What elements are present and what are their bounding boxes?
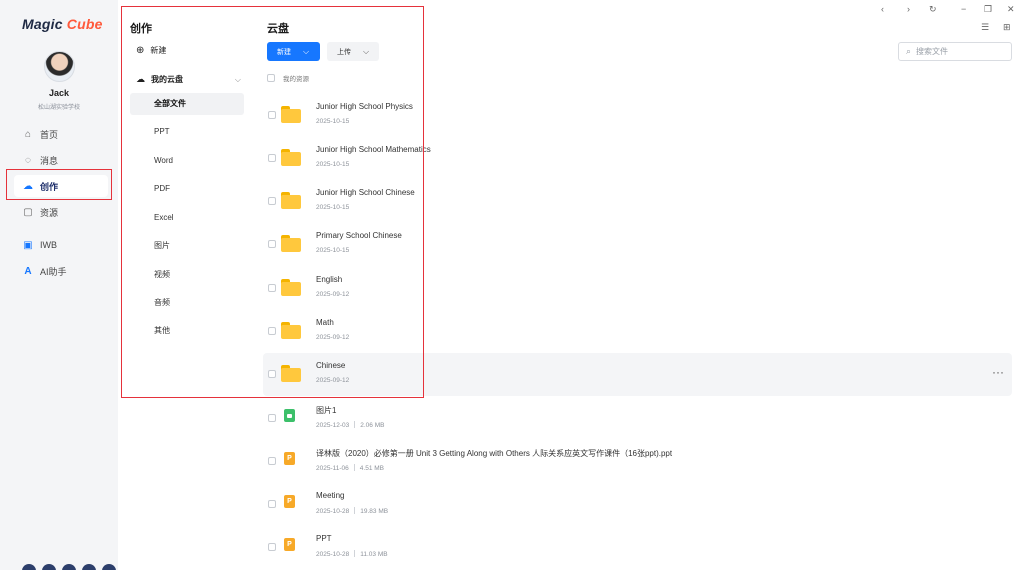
category-panel: 创作 ⊕ 新建 ☁ 我的云盘 ⌵ 全部文件 PPT Word PDF Excel…	[118, 0, 255, 400]
image-file-icon	[284, 409, 295, 422]
home-icon: ⌂	[24, 128, 32, 140]
folder-icon	[281, 192, 301, 209]
folder-icon	[281, 235, 301, 252]
app-shortcut-icon[interactable]	[22, 564, 36, 570]
row-checkbox[interactable]	[268, 154, 276, 162]
category-other[interactable]: 其他	[130, 320, 244, 342]
select-all-checkbox[interactable]	[267, 74, 275, 82]
file-row[interactable]: P PPT 2025-10-28 11.03 MB	[263, 526, 1012, 569]
category-title: 创作	[130, 23, 152, 35]
nav-item-messages[interactable]: ◌ 消息	[14, 149, 108, 171]
file-row[interactable]: Math 2025-09-12	[263, 310, 1012, 353]
row-checkbox[interactable]	[268, 284, 276, 292]
app-shortcut-icon[interactable]	[102, 564, 116, 570]
new-item-button[interactable]: ⊕ 新建	[136, 45, 166, 56]
row-checkbox[interactable]	[268, 414, 276, 422]
folder-icon	[281, 365, 301, 382]
file-row[interactable]: Primary School Chinese 2025-10-15	[263, 223, 1012, 266]
folder-icon	[281, 106, 301, 123]
row-checkbox[interactable]	[268, 500, 276, 508]
app-window: Magic Cube Jack 松山湖实验学校 ⌂ 首页 ◌ 消息 ☁ 创作 ▢…	[0, 0, 1024, 570]
app-logo: Magic Cube	[22, 16, 103, 32]
cloud-icon: ☁	[136, 74, 145, 84]
folder-icon	[281, 279, 301, 296]
row-checkbox[interactable]	[268, 457, 276, 465]
ppt-file-icon: P	[284, 452, 295, 465]
close-icon[interactable]: ✕	[1007, 4, 1015, 15]
new-button[interactable]: 新建 ⌵	[267, 42, 320, 61]
nav-item-home[interactable]: ⌂ 首页	[14, 123, 108, 145]
ppt-file-icon: P	[284, 538, 295, 551]
file-row[interactable]: Junior High School Chinese 2025-10-15	[263, 180, 1012, 223]
nav-item-resources[interactable]: ▢ 资源	[14, 201, 108, 223]
nav-item-ai-assistant[interactable]: A AI助手	[14, 260, 108, 282]
message-icon: ◌	[25, 154, 31, 166]
row-checkbox[interactable]	[268, 111, 276, 119]
grid-view-icon[interactable]: ⊞	[1003, 22, 1011, 33]
row-checkbox[interactable]	[268, 197, 276, 205]
left-rail: Magic Cube Jack 松山湖实验学校 ⌂ 首页 ◌ 消息 ☁ 创作 ▢…	[0, 0, 118, 570]
row-checkbox[interactable]	[268, 327, 276, 335]
app-shortcut-icon[interactable]	[42, 564, 56, 570]
more-horizontal-icon[interactable]: ···	[992, 365, 1004, 379]
page-title: 云盘	[267, 23, 289, 35]
app-shortcut-icon[interactable]	[62, 564, 76, 570]
chevron-down-icon: ⌵	[234, 74, 241, 84]
category-images[interactable]: 图片	[130, 235, 244, 257]
category-pdf[interactable]: PDF	[130, 178, 244, 200]
list-view-icon[interactable]: ☰	[981, 22, 989, 33]
highlight-box-create	[6, 169, 112, 200]
category-word[interactable]: Word	[130, 150, 244, 172]
file-row[interactable]: Chinese 2025-09-12 ···	[263, 353, 1012, 396]
folder-icon	[281, 149, 301, 166]
chevron-down-icon: ⌵	[303, 46, 310, 56]
breadcrumb: 我的资源	[267, 73, 309, 83]
app-shortcut-icon[interactable]	[82, 564, 96, 570]
search-input[interactable]: ⌕ 搜索文件	[898, 42, 1012, 61]
file-row[interactable]: P Meeting 2025-10-28 19.83 MB	[263, 483, 1012, 526]
category-audio[interactable]: 音频	[130, 292, 244, 314]
back-icon[interactable]: ‹	[881, 4, 884, 14]
cloud-drive-panel: 云盘 ‹ › ↻ − ❐ ✕ ☰ ⊞ 新建 ⌵ 上传 ⌵ ⌕ 搜索文件 我的资源…	[255, 0, 1024, 570]
bottom-app-icons	[22, 564, 116, 570]
file-row[interactable]: English 2025-09-12	[263, 267, 1012, 310]
ppt-file-icon: P	[284, 495, 295, 508]
forward-icon[interactable]: ›	[907, 4, 910, 14]
resource-icon: ▢	[23, 206, 33, 218]
row-checkbox[interactable]	[268, 240, 276, 248]
category-excel[interactable]: Excel	[130, 207, 244, 229]
folder-icon	[281, 322, 301, 339]
nav-item-iwb[interactable]: ▣ IWB	[14, 234, 108, 256]
search-icon: ⌕	[906, 46, 912, 56]
category-videos[interactable]: 视频	[130, 264, 244, 286]
category-ppt[interactable]: PPT	[130, 121, 244, 143]
my-cloud-toggle[interactable]: ☁ 我的云盘 ⌵	[136, 74, 241, 85]
plus-circle-icon: ⊕	[136, 45, 145, 56]
restore-icon[interactable]: ❐	[984, 4, 992, 15]
file-row[interactable]: Junior High School Physics 2025-10-15	[263, 94, 1012, 137]
row-checkbox[interactable]	[268, 543, 276, 551]
minimize-icon[interactable]: −	[961, 4, 966, 14]
category-all-files[interactable]: 全部文件	[130, 93, 244, 115]
ai-assistant-icon: A	[24, 265, 32, 277]
avatar[interactable]	[44, 51, 75, 82]
row-checkbox[interactable]	[268, 370, 276, 378]
file-row[interactable]: P 译林版（2020）必修第一册 Unit 3 Getting Along wi…	[263, 440, 1012, 483]
file-row[interactable]: Junior High School Mathematics 2025-10-1…	[263, 137, 1012, 180]
refresh-icon[interactable]: ↻	[929, 4, 937, 15]
file-row[interactable]: 图片1 2025-12-03 2.06 MB	[263, 397, 1012, 440]
user-school: 松山湖实验学校	[37, 105, 80, 111]
chevron-down-icon: ⌵	[363, 46, 370, 56]
whiteboard-icon: ▣	[23, 239, 33, 251]
user-name: Jack	[48, 88, 70, 98]
upload-button[interactable]: 上传 ⌵	[327, 42, 379, 61]
